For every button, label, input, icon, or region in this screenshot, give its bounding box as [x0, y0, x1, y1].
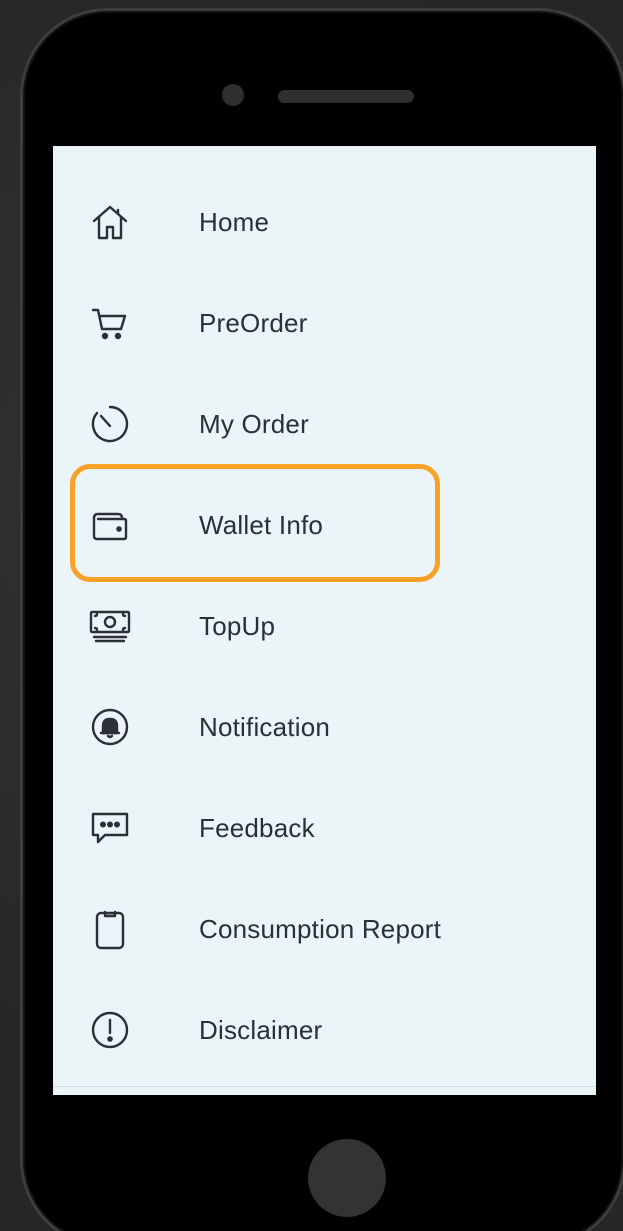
home-icon	[88, 200, 132, 244]
cart-icon	[88, 301, 132, 345]
timer-icon	[88, 402, 132, 446]
menu-label-my-order: My Order	[199, 408, 309, 439]
chat-icon	[88, 806, 132, 850]
home-hardware-button[interactable]	[308, 1139, 386, 1217]
alert-icon	[88, 1008, 132, 1052]
menu-label-feedback: Feedback	[199, 812, 315, 843]
menu-label-wallet-info: Wallet Info	[199, 509, 324, 540]
menu-label-disclaimer: Disclaimer	[199, 1014, 323, 1045]
menu-item-topup[interactable]: TopUp	[53, 576, 596, 676]
bell-icon	[88, 705, 132, 749]
divider	[53, 1086, 596, 1087]
screen: Home PreOrder My Order Wallet Info TopUp…	[53, 146, 596, 1095]
menu-item-feedback[interactable]: Feedback	[53, 778, 596, 878]
menu-item-notification[interactable]: Notification	[53, 677, 596, 777]
money-icon	[88, 604, 132, 648]
menu-label-consumption-report: Consumption Report	[199, 913, 442, 944]
menu-item-home[interactable]: Home	[53, 172, 596, 272]
menu-label-notification: Notification	[199, 711, 331, 742]
menu-item-wallet-info[interactable]: Wallet Info	[53, 475, 596, 575]
front-camera	[222, 84, 244, 106]
menu-item-my-order[interactable]: My Order	[53, 374, 596, 474]
menu-item-disclaimer[interactable]: Disclaimer	[53, 980, 596, 1080]
menu-item-consumption-report[interactable]: Consumption Report	[53, 879, 596, 979]
wallet-icon	[88, 503, 132, 547]
menu-label-topup: TopUp	[199, 610, 276, 641]
menu-label-home: Home	[199, 206, 270, 237]
menu-label-preorder: PreOrder	[199, 307, 308, 338]
menu-item-preorder[interactable]: PreOrder	[53, 273, 596, 373]
clipboard-icon	[88, 907, 132, 951]
earpiece-speaker	[278, 90, 414, 103]
